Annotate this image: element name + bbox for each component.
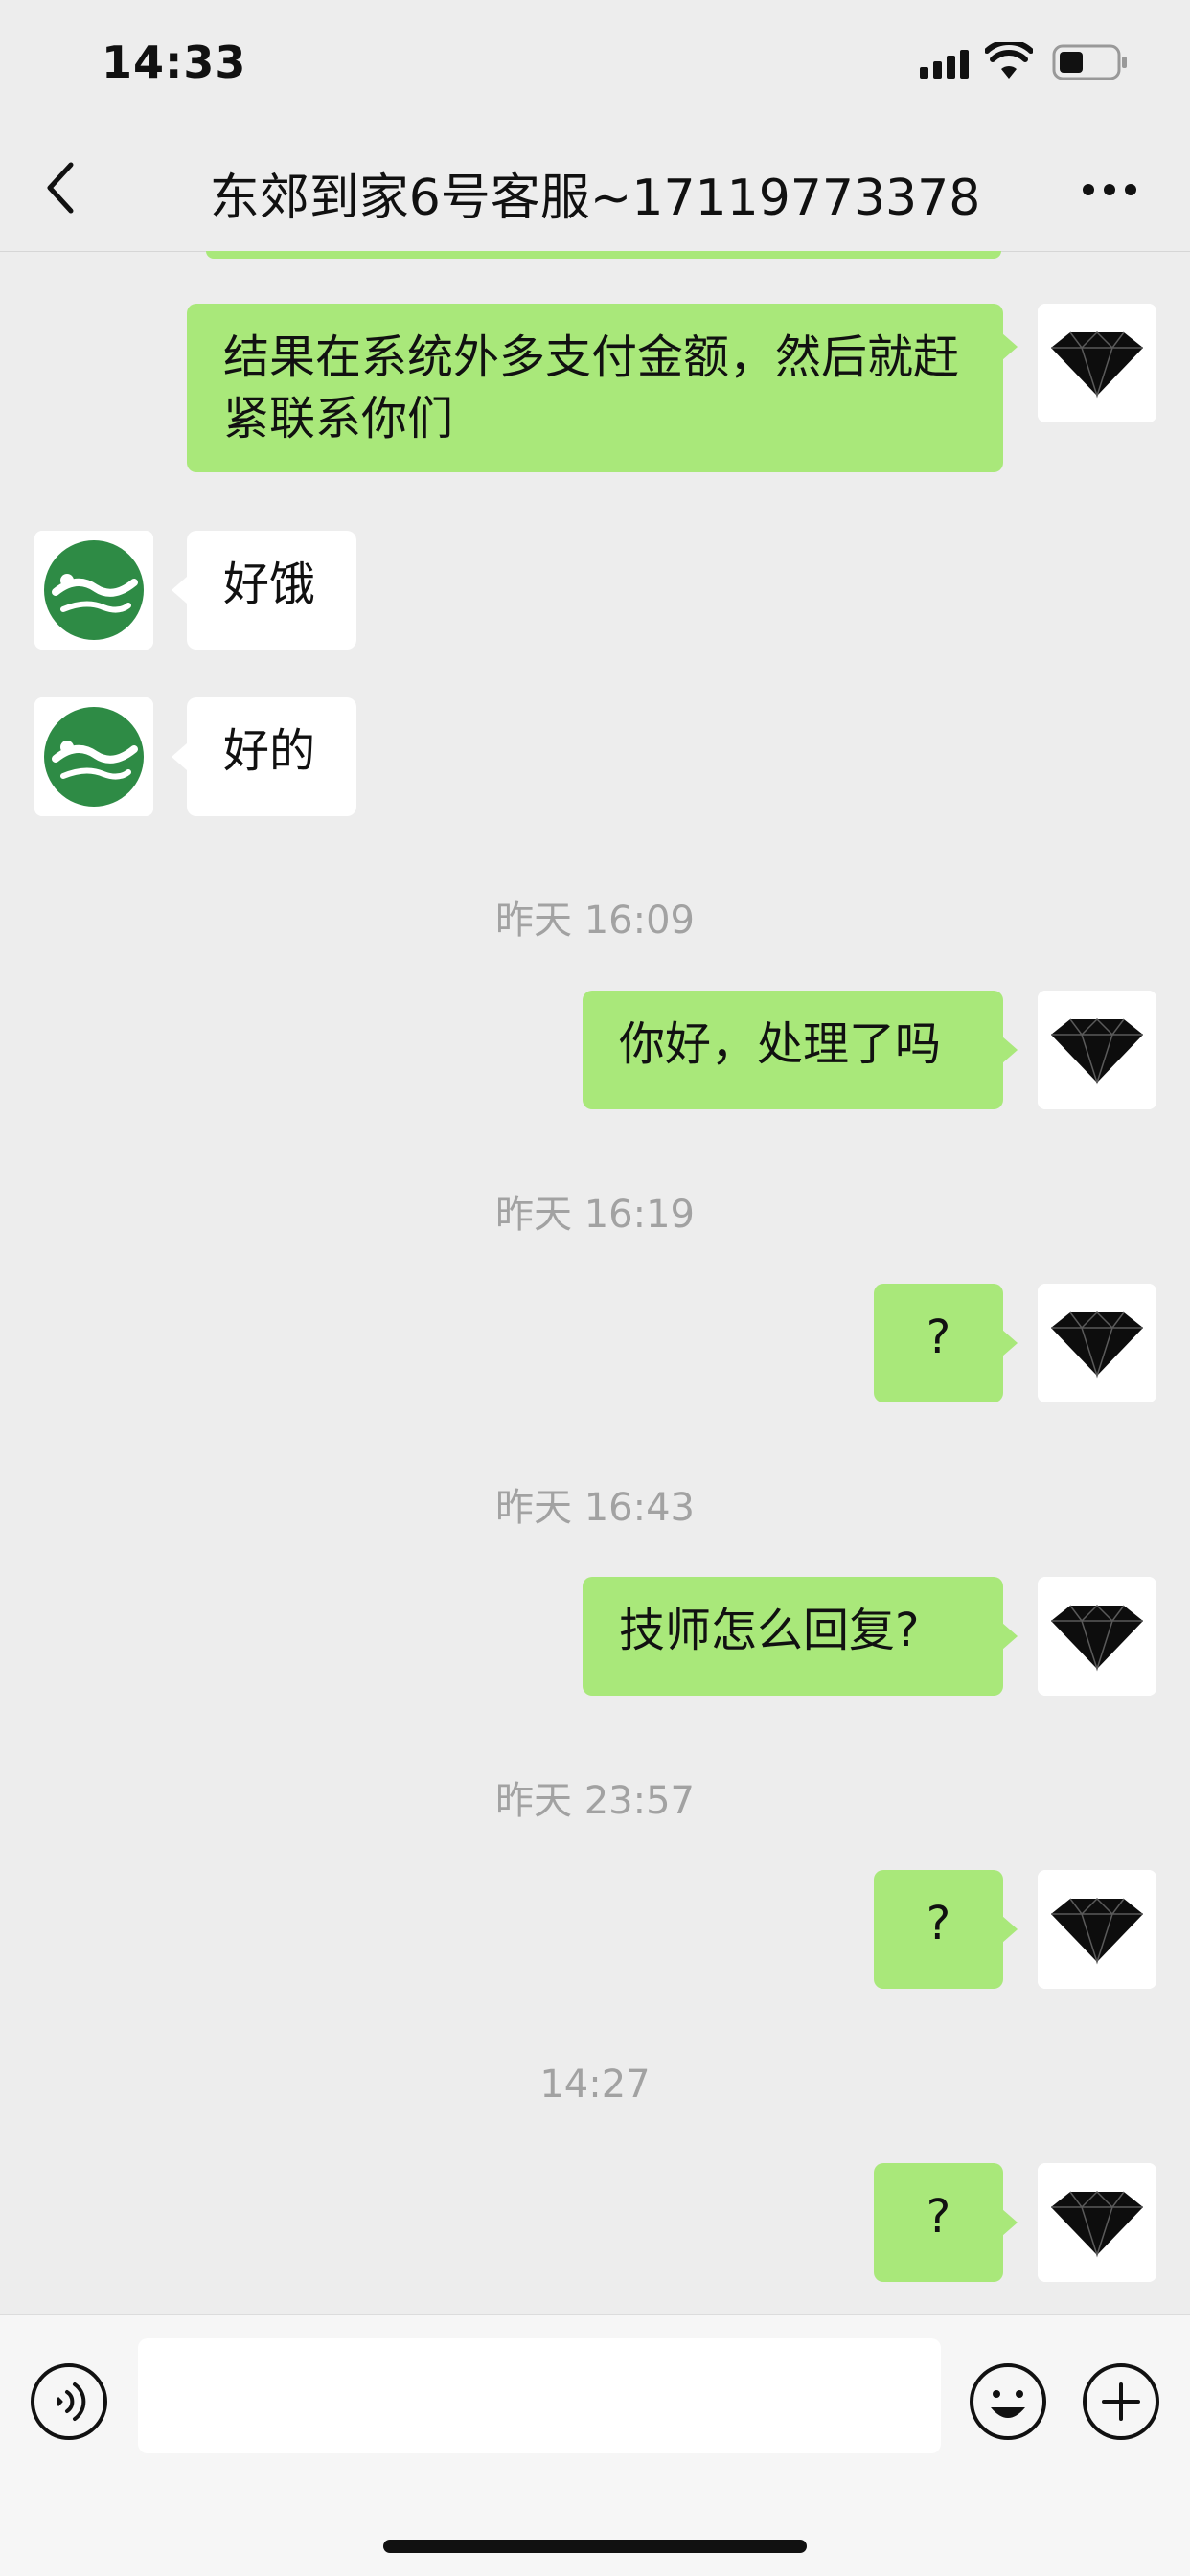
status-time: 14:33: [102, 36, 247, 88]
timestamp: 昨天 16:09: [495, 899, 695, 943]
input-bar: [0, 2314, 1190, 2576]
message-input[interactable]: [138, 2338, 941, 2453]
my-avatar[interactable]: [1038, 991, 1156, 1109]
status-bar: 14:33: [0, 0, 1190, 125]
previous-message-edge: [206, 251, 1001, 259]
plus-icon[interactable]: [1081, 2361, 1161, 2442]
service-logo-icon: [34, 531, 153, 650]
chat-title: 东郊到家6号客服~17119773378: [209, 170, 981, 227]
my-avatar[interactable]: [1038, 1284, 1156, 1402]
more-icon[interactable]: [1081, 182, 1138, 197]
cellular-signal-icon: [920, 50, 969, 79]
emoji-icon[interactable]: [968, 2361, 1048, 2442]
diamond-avatar-icon: [1038, 1284, 1156, 1402]
diamond-avatar-icon: [1038, 1577, 1156, 1696]
diamond-avatar-icon: [1038, 304, 1156, 422]
contact-avatar[interactable]: [34, 697, 153, 816]
timestamp: 昨天 23:57: [495, 1779, 695, 1823]
message-bubble-outgoing[interactable]: ?: [874, 1870, 1003, 1989]
message-bubble-outgoing[interactable]: ?: [874, 1284, 1003, 1402]
my-avatar[interactable]: [1038, 1577, 1156, 1696]
timestamp: 14:27: [539, 2063, 651, 2107]
message-bubble-outgoing[interactable]: 你好，处理了吗: [583, 991, 1003, 1109]
diamond-avatar-icon: [1038, 991, 1156, 1109]
battery-icon: [1052, 44, 1127, 80]
message-bubble-incoming[interactable]: 好的: [187, 697, 356, 816]
diamond-avatar-icon: [1038, 2163, 1156, 2282]
voice-icon[interactable]: [29, 2361, 109, 2442]
message-list[interactable]: 结果在系统外多支付金额，然后就赶紧联系你们 好饿 好的 昨天 16:09 你好，…: [0, 251, 1190, 2314]
message-bubble-outgoing[interactable]: ?: [874, 2163, 1003, 2282]
timestamp: 昨天 16:43: [495, 1486, 695, 1530]
contact-avatar[interactable]: [34, 531, 153, 650]
message-bubble-outgoing[interactable]: 技师怎么回复?: [583, 1577, 1003, 1696]
home-indicator[interactable]: [383, 2540, 807, 2553]
message-bubble-outgoing[interactable]: 结果在系统外多支付金额，然后就赶紧联系你们: [187, 304, 1003, 472]
my-avatar[interactable]: [1038, 2163, 1156, 2282]
wifi-icon: [985, 42, 1033, 79]
diamond-avatar-icon: [1038, 1870, 1156, 1989]
chat-header: 东郊到家6号客服~17119773378: [0, 125, 1190, 252]
timestamp: 昨天 16:19: [495, 1193, 695, 1237]
message-bubble-incoming[interactable]: 好饿: [187, 531, 356, 650]
my-avatar[interactable]: [1038, 304, 1156, 422]
my-avatar[interactable]: [1038, 1870, 1156, 1989]
service-logo-icon: [34, 697, 153, 816]
